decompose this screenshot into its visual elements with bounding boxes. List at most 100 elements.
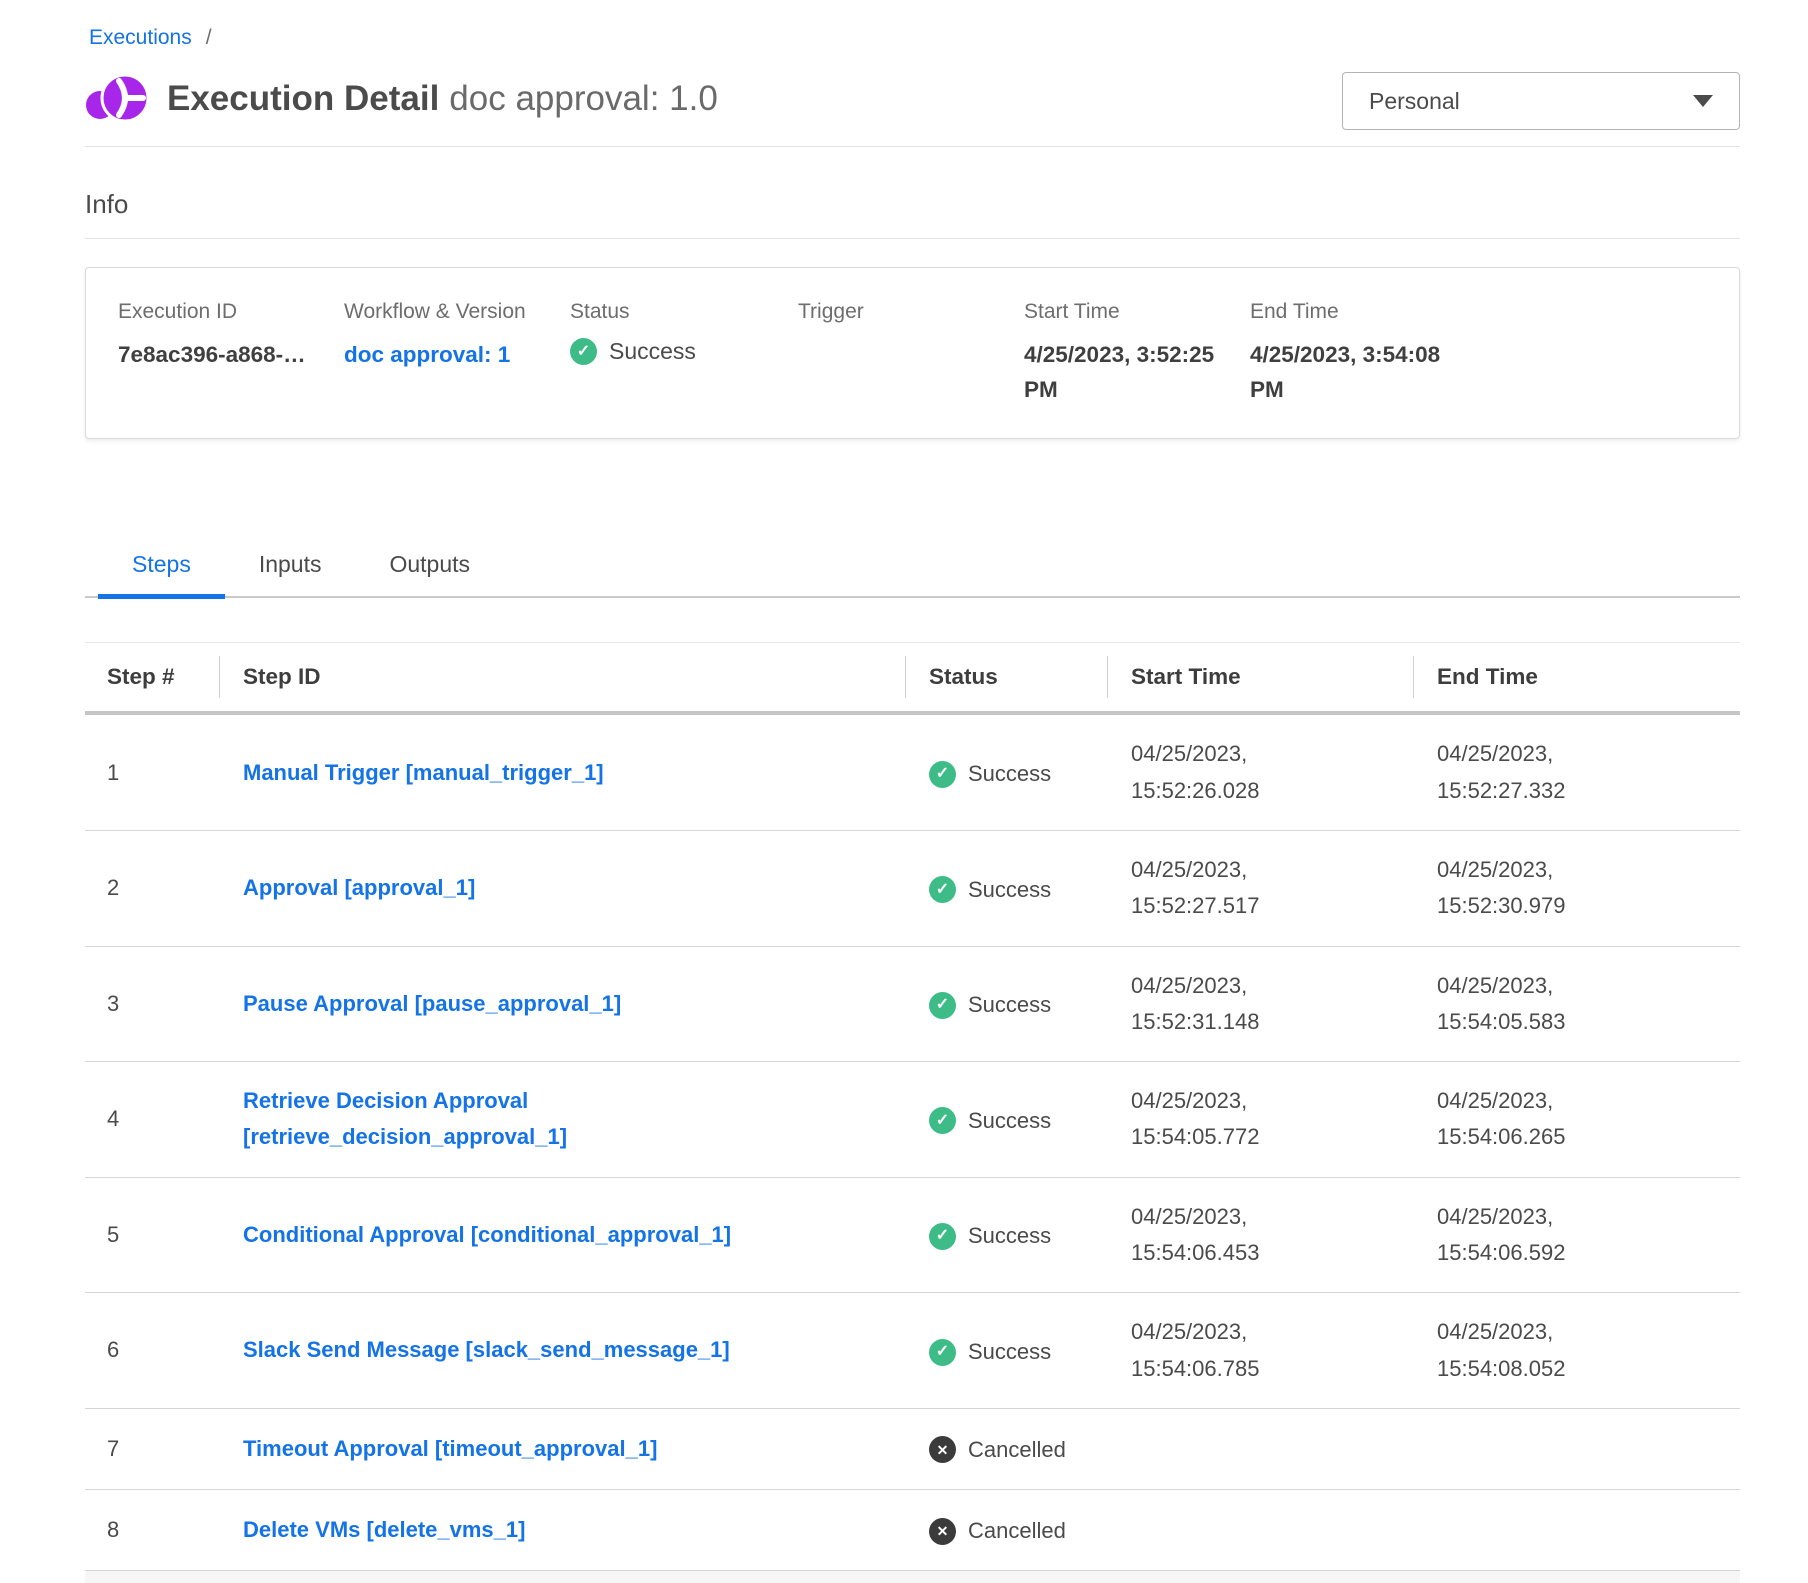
tabs: Steps Inputs Outputs bbox=[85, 539, 1740, 598]
success-icon bbox=[929, 1223, 956, 1250]
tab-outputs[interactable]: Outputs bbox=[355, 539, 504, 596]
end-time: 04/25/2023, 15:54:06.265 bbox=[1413, 1062, 1740, 1178]
table-row: 5 Conditional Approval [conditional_appr… bbox=[85, 1177, 1740, 1293]
page-bottom-strip bbox=[85, 1571, 1740, 1583]
success-icon bbox=[929, 992, 956, 1019]
tab-steps[interactable]: Steps bbox=[98, 539, 225, 596]
info-card: Execution ID 7e8ac396-a868-… Workflow & … bbox=[85, 267, 1740, 439]
table-row: 2 Approval [approval_1] Success 04/25/20… bbox=[85, 830, 1740, 946]
table-row: 1 Manual Trigger [manual_trigger_1] Succ… bbox=[85, 713, 1740, 830]
step-link[interactable]: Retrieve Decision Approval [retrieve_dec… bbox=[243, 1088, 567, 1149]
end-time: 04/25/2023, 15:54:05.583 bbox=[1413, 946, 1740, 1062]
step-link[interactable]: Pause Approval [pause_approval_1] bbox=[243, 991, 621, 1016]
scope-dropdown-value: Personal bbox=[1369, 88, 1460, 115]
field-label: End Time bbox=[1250, 300, 1707, 324]
status-label: Cancelled bbox=[968, 1432, 1066, 1468]
breadcrumb: Executions / bbox=[89, 26, 1740, 50]
info-section-title: Info bbox=[85, 189, 1740, 220]
step-number: 2 bbox=[85, 830, 219, 946]
end-time: 04/25/2023, 15:52:27.332 bbox=[1413, 713, 1740, 830]
end-time bbox=[1413, 1408, 1740, 1489]
workflow-branch-icon bbox=[85, 70, 151, 128]
success-icon bbox=[929, 1107, 956, 1134]
title-row: Execution Detail doc approval: 1.0 Person… bbox=[85, 68, 1740, 130]
step-link[interactable]: Conditional Approval [conditional_approv… bbox=[243, 1222, 731, 1247]
status-label: Success bbox=[968, 1103, 1051, 1139]
chevron-down-icon bbox=[1693, 95, 1713, 107]
start-time: 04/25/2023, 15:54:05.772 bbox=[1107, 1062, 1413, 1178]
breadcrumb-separator: / bbox=[206, 26, 212, 50]
execution-detail-page: Executions / Execution Detail doc approva… bbox=[0, 0, 1808, 1583]
start-time: 04/25/2023, 15:52:31.148 bbox=[1107, 946, 1413, 1062]
step-number: 3 bbox=[85, 946, 219, 1062]
info-field-trigger: Trigger bbox=[798, 300, 1024, 408]
success-icon bbox=[929, 1339, 956, 1366]
start-time-value: 4/25/2023, 3:52:25 PM bbox=[1024, 338, 1250, 408]
page-title-main: Execution Detail bbox=[167, 79, 439, 118]
page-title-subtitle: doc approval: 1.0 bbox=[449, 79, 718, 118]
info-field-execution-id: Execution ID 7e8ac396-a868-… bbox=[118, 300, 344, 408]
step-link[interactable]: Slack Send Message [slack_send_message_1… bbox=[243, 1337, 730, 1362]
start-time: 04/25/2023, 15:52:27.517 bbox=[1107, 830, 1413, 946]
scope-dropdown[interactable]: Personal bbox=[1342, 72, 1740, 130]
column-header-status: Status bbox=[905, 642, 1107, 713]
step-number: 8 bbox=[85, 1490, 219, 1571]
step-link[interactable]: Manual Trigger [manual_trigger_1] bbox=[243, 760, 604, 785]
step-number: 5 bbox=[85, 1177, 219, 1293]
breadcrumb-link-executions[interactable]: Executions bbox=[89, 26, 192, 50]
step-number: 1 bbox=[85, 713, 219, 830]
info-divider bbox=[85, 238, 1740, 239]
step-number: 7 bbox=[85, 1408, 219, 1489]
tab-inputs[interactable]: Inputs bbox=[225, 539, 356, 596]
start-time: 04/25/2023, 15:54:06.785 bbox=[1107, 1293, 1413, 1409]
workflow-version-link[interactable]: doc approval: 1 bbox=[344, 338, 528, 373]
step-link[interactable]: Approval [approval_1] bbox=[243, 875, 475, 900]
step-number: 6 bbox=[85, 1293, 219, 1409]
field-label: Start Time bbox=[1024, 300, 1250, 324]
success-icon bbox=[929, 761, 956, 788]
end-time: 04/25/2023, 15:54:08.052 bbox=[1413, 1293, 1740, 1409]
column-header-end-time: End Time bbox=[1413, 642, 1740, 713]
status-label: Success bbox=[968, 1334, 1051, 1370]
end-time bbox=[1413, 1490, 1740, 1571]
execution-id-value: 7e8ac396-a868-… bbox=[118, 338, 344, 373]
table-header-row: Step # Step ID Status Start Time End Tim… bbox=[85, 642, 1740, 713]
start-time: 04/25/2023, 15:52:26.028 bbox=[1107, 713, 1413, 830]
table-row: 4 Retrieve Decision Approval [retrieve_d… bbox=[85, 1062, 1740, 1178]
info-field-status: Status Success bbox=[570, 300, 798, 408]
info-field-end-time: End Time 4/25/2023, 3:54:08 PM bbox=[1250, 300, 1707, 408]
status-value: Success bbox=[609, 338, 696, 365]
table-row: 6 Slack Send Message [slack_send_message… bbox=[85, 1293, 1740, 1409]
start-time: 04/25/2023, 15:54:06.453 bbox=[1107, 1177, 1413, 1293]
page-title: Execution Detail doc approval: 1.0 bbox=[167, 70, 718, 128]
step-link[interactable]: Timeout Approval [timeout_approval_1] bbox=[243, 1436, 657, 1461]
start-time bbox=[1107, 1408, 1413, 1489]
table-row: 3 Pause Approval [pause_approval_1] Succ… bbox=[85, 946, 1740, 1062]
field-label: Trigger bbox=[798, 300, 1024, 324]
steps-table: Step # Step ID Status Start Time End Tim… bbox=[85, 642, 1740, 1572]
end-time: 04/25/2023, 15:52:30.979 bbox=[1413, 830, 1740, 946]
start-time bbox=[1107, 1490, 1413, 1571]
table-row: 7 Timeout Approval [timeout_approval_1] … bbox=[85, 1408, 1740, 1489]
status-label: Success bbox=[968, 987, 1051, 1023]
status-label: Success bbox=[968, 872, 1051, 908]
title-divider bbox=[85, 146, 1740, 147]
step-link[interactable]: Delete VMs [delete_vms_1] bbox=[243, 1517, 525, 1542]
column-header-step-id: Step ID bbox=[219, 642, 905, 713]
status-label: Cancelled bbox=[968, 1513, 1066, 1549]
success-icon bbox=[929, 876, 956, 903]
table-row: 8 Delete VMs [delete_vms_1] Cancelled bbox=[85, 1490, 1740, 1571]
column-header-start-time: Start Time bbox=[1107, 642, 1413, 713]
end-time-value: 4/25/2023, 3:54:08 PM bbox=[1250, 338, 1707, 408]
field-label: Status bbox=[570, 300, 798, 324]
end-time: 04/25/2023, 15:54:06.592 bbox=[1413, 1177, 1740, 1293]
cancelled-icon bbox=[929, 1518, 956, 1545]
info-field-start-time: Start Time 4/25/2023, 3:52:25 PM bbox=[1024, 300, 1250, 408]
field-label: Workflow & Version bbox=[344, 300, 570, 324]
cancelled-icon bbox=[929, 1436, 956, 1463]
info-field-workflow-version: Workflow & Version doc approval: 1 bbox=[344, 300, 570, 408]
column-header-step-number: Step # bbox=[85, 642, 219, 713]
success-icon bbox=[570, 338, 597, 365]
status-label: Success bbox=[968, 1218, 1051, 1254]
status-label: Success bbox=[968, 756, 1051, 792]
